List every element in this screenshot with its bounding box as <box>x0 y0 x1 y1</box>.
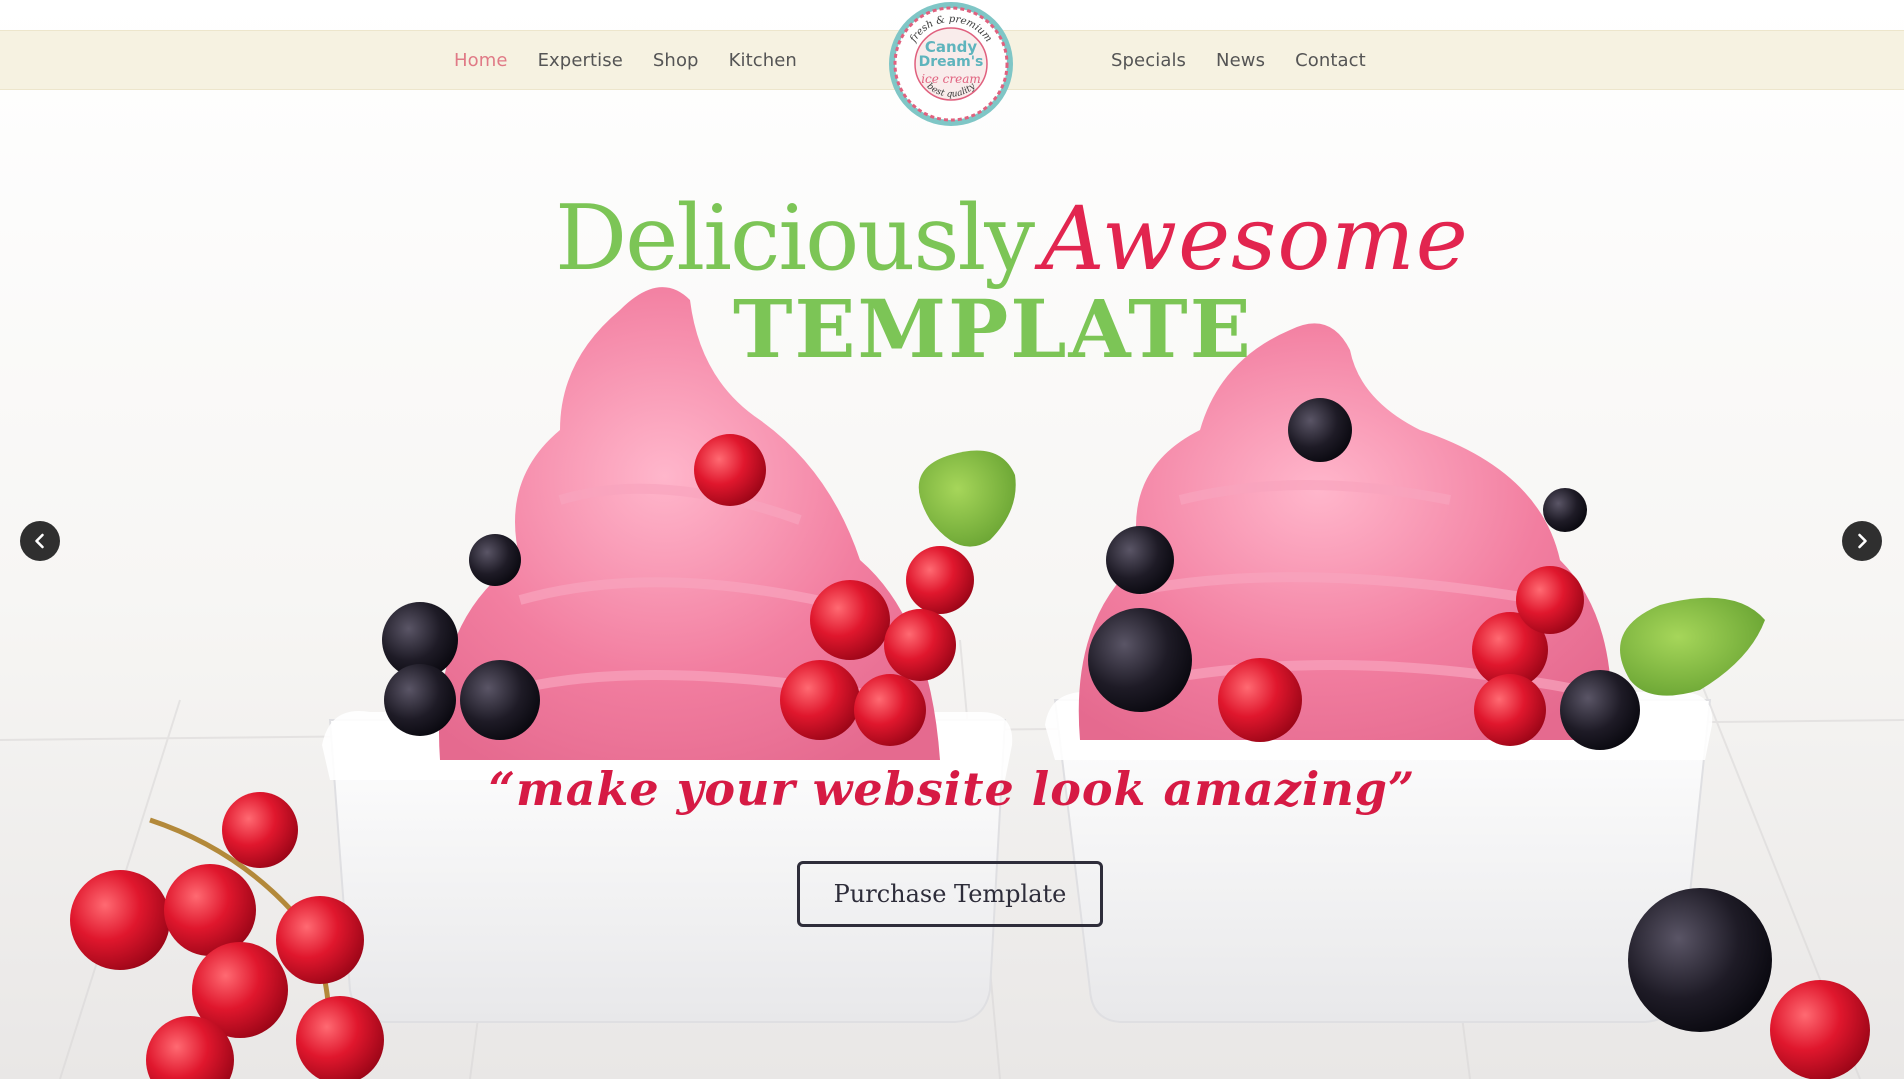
nav-item-specials[interactable]: Specials <box>1111 50 1186 71</box>
headline-line2: TEMPLATE <box>733 282 1253 376</box>
nav-right-group: Specials News Contact <box>1111 31 1396 89</box>
chevron-right-icon <box>1858 533 1867 549</box>
headline-word-awesome: Awesome <box>1041 187 1469 290</box>
purchase-template-button[interactable]: Purchase Template <box>797 861 1103 927</box>
nav-left-group: Home Expertise Shop Kitchen <box>454 31 827 89</box>
slider-next-button[interactable] <box>1842 521 1882 561</box>
hero-slider: Home Expertise Shop Kitchen Specials New… <box>0 0 1904 1079</box>
slider-prev-button[interactable] <box>20 521 60 561</box>
headline-line1: DeliciouslyAwesome <box>555 186 1469 291</box>
nav-item-news[interactable]: News <box>1216 50 1265 71</box>
nav-item-expertise[interactable]: Expertise <box>538 50 623 71</box>
hero-tagline: “make your website look amazing” <box>488 762 1416 816</box>
headline-word-deliciously: Deliciously <box>555 186 1035 291</box>
nav-item-home[interactable]: Home <box>454 50 508 71</box>
logo-name-line2: Dream's <box>919 54 984 70</box>
nav-item-kitchen[interactable]: Kitchen <box>729 50 797 71</box>
nav-item-shop[interactable]: Shop <box>653 50 699 71</box>
nav-item-contact[interactable]: Contact <box>1295 50 1366 71</box>
chevron-left-icon <box>35 533 44 549</box>
candy-dreams-logo[interactable]: fresh & premium Candy Dream's ice cream … <box>887 0 1015 128</box>
